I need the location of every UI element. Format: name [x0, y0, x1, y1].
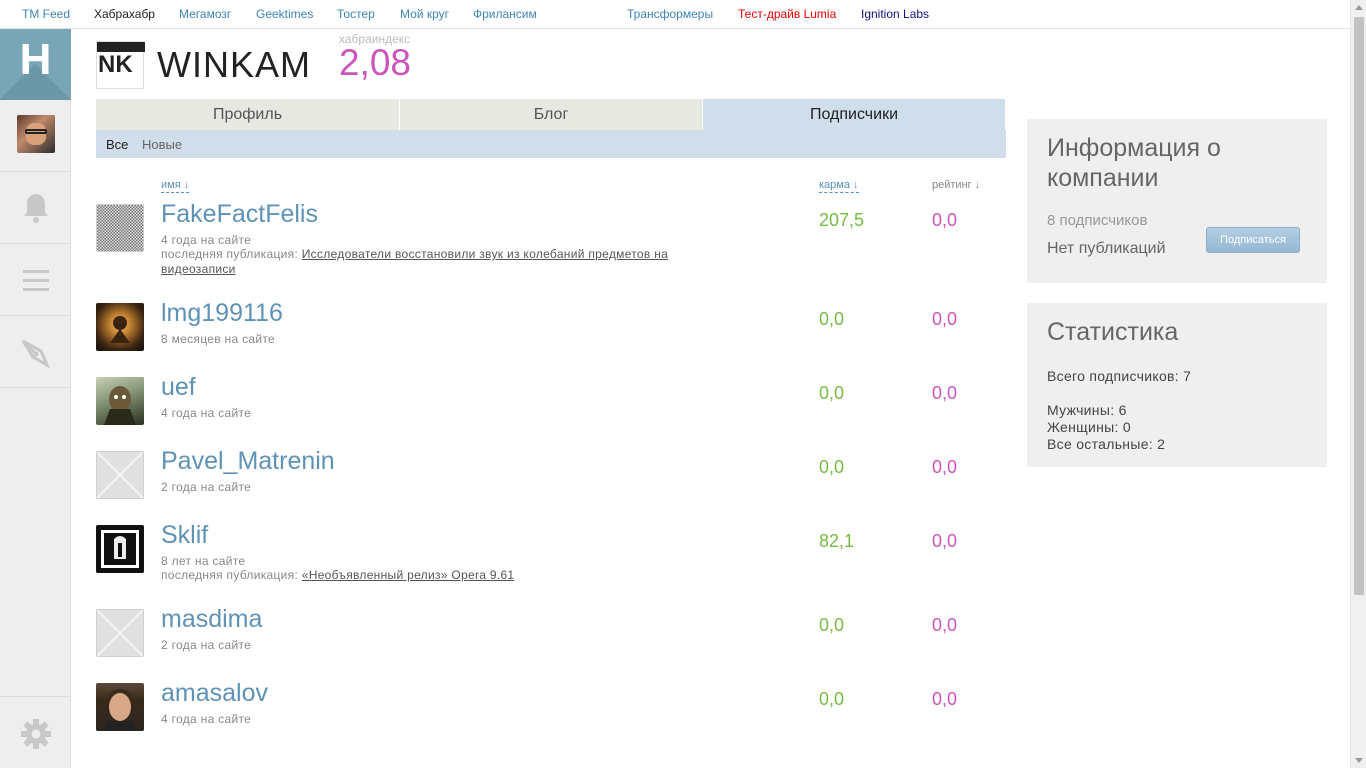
user-avatar[interactable]: [96, 683, 144, 731]
tab-profile[interactable]: Профиль: [96, 99, 400, 130]
pen-icon[interactable]: [0, 316, 71, 387]
menu-icon[interactable]: [0, 244, 71, 315]
publications-status: Нет публикаций: [1047, 240, 1166, 257]
username-link[interactable]: FakeFactFelis: [161, 200, 318, 229]
tab-blog[interactable]: Блог: [400, 99, 703, 130]
nav-toster[interactable]: Тостер: [337, 7, 375, 21]
nav-lumia[interactable]: Тест-драйв Lumia: [738, 7, 836, 21]
username-link[interactable]: uef: [161, 373, 196, 402]
last-publication-label: последняя публикация:: [161, 568, 302, 582]
scroll-thumb[interactable]: [1354, 17, 1364, 595]
nav-geektimes[interactable]: Geektimes: [256, 7, 313, 21]
avatar-glasses: [25, 129, 47, 134]
karma-value: 0,0: [819, 457, 845, 477]
user-since: 8 месяцев на сайте: [161, 332, 275, 346]
placeholder-avatar-icon[interactable]: [96, 609, 144, 657]
karma-value: 0,0: [819, 383, 845, 403]
bell-icon[interactable]: [0, 172, 71, 243]
rating-value: 0,0: [932, 615, 958, 635]
statistics-panel: Статистика Всего подписчиков: 7 Мужчины:…: [1027, 303, 1327, 467]
scrollbar[interactable]: [1350, 0, 1366, 768]
sidebar: H: [0, 29, 71, 768]
rating-value: 0,0: [932, 210, 958, 230]
username-link[interactable]: lmg199116: [161, 299, 283, 328]
company-name: WINKAM: [157, 44, 311, 85]
user-avatar[interactable]: [96, 377, 144, 425]
last-publication-label: последняя публикация:: [161, 247, 302, 261]
rating-value: 0,0: [932, 383, 958, 403]
user-avatar[interactable]: [17, 115, 55, 153]
sort-by-rating[interactable]: рейтинг ↓: [932, 178, 980, 192]
user-avatar[interactable]: [96, 525, 144, 573]
user-since: 4 года на сайте: [161, 406, 252, 420]
stat-women: Женщины: 0: [1047, 419, 1131, 435]
sort-by-name[interactable]: имя ↓: [161, 178, 190, 193]
user-since: 2 года на сайте: [161, 638, 252, 652]
nav-ignition-labs[interactable]: Ignition Labs: [861, 7, 929, 21]
habr-logo[interactable]: H: [0, 29, 71, 100]
stat-men: Мужчины: 6: [1047, 402, 1127, 418]
username-link[interactable]: masdima: [161, 605, 262, 634]
placeholder-avatar-icon[interactable]: [96, 451, 144, 499]
sort-by-karma[interactable]: карма ↓: [819, 178, 859, 193]
nav-transformers[interactable]: Трансформеры: [627, 7, 713, 21]
user-avatar[interactable]: [96, 204, 144, 252]
karma-value: 0,0: [819, 615, 845, 635]
username-link[interactable]: Pavel_Matrenin: [161, 447, 335, 476]
karma-value: 0,0: [819, 309, 845, 329]
rating-value: 0,0: [932, 531, 958, 551]
stat-total: Всего подписчиков: 7: [1047, 368, 1192, 384]
subtab-new[interactable]: Новые: [142, 137, 182, 152]
statistics-title: Статистика: [1047, 318, 1179, 346]
subtab-all[interactable]: Все: [106, 137, 128, 152]
subscribers-count: 8 подписчиков: [1047, 212, 1148, 229]
avatar-face: [26, 123, 46, 145]
nav-habrahabr[interactable]: Хабрахабр: [94, 7, 155, 21]
scroll-down-arrow-icon[interactable]: [1355, 758, 1363, 763]
rating-value: 0,0: [932, 309, 958, 329]
nav-megamozg[interactable]: Мегамозг: [179, 7, 231, 21]
tab-subscribers[interactable]: Подписчики: [703, 99, 1006, 130]
stat-others: Все остальные: 2: [1047, 436, 1166, 452]
nav-freelansim[interactable]: Фрилансим: [473, 7, 537, 21]
gear-icon[interactable]: [0, 698, 71, 768]
subscribe-button[interactable]: Подписаться: [1206, 227, 1300, 253]
karma-value: 0,0: [819, 689, 845, 709]
sidebar-divider: [0, 696, 71, 697]
rating-value: 0,0: [932, 689, 958, 709]
user-since: 4 года на сайте: [161, 233, 252, 247]
username-link[interactable]: amasalov: [161, 679, 268, 708]
rating-value: 0,0: [932, 457, 958, 477]
company-logo: NK: [96, 41, 145, 89]
last-publication: последняя публикация: «Необъявленный рел…: [161, 568, 741, 583]
company-info-title: Информация о компании: [1047, 134, 1221, 192]
user-since: 2 года на сайте: [161, 480, 252, 494]
user-avatar[interactable]: [96, 303, 144, 351]
publication-link[interactable]: «Необъявленный релиз» Opera 9.61: [302, 568, 515, 582]
top-nav: TM Feed Хабрахабр Мегамозг Geektimes Тос…: [0, 0, 1350, 29]
nav-tm-feed[interactable]: TM Feed: [22, 7, 70, 21]
nav-moykrug[interactable]: Мой круг: [400, 7, 449, 21]
karma-value: 207,5: [819, 210, 865, 230]
company-info-panel: Информация о компании 8 подписчиков Нет …: [1027, 119, 1327, 283]
scroll-up-arrow-icon[interactable]: [1355, 5, 1363, 10]
username-link[interactable]: Sklif: [161, 521, 208, 550]
logo-letter: H: [19, 35, 52, 84]
user-since: 8 лет на сайте: [161, 554, 246, 568]
karma-value: 82,1: [819, 531, 855, 551]
last-publication: последняя публикация: Исследователи восс…: [161, 247, 741, 277]
subtabs: Все Новые: [96, 130, 1006, 158]
profile-tabs: Профиль Блог Подписчики: [96, 99, 1006, 130]
company-logo-text: NK: [98, 51, 133, 78]
user-since: 4 года на сайте: [161, 712, 252, 726]
habraindex-value: 2,08: [339, 42, 412, 83]
sidebar-divider: [0, 387, 71, 388]
